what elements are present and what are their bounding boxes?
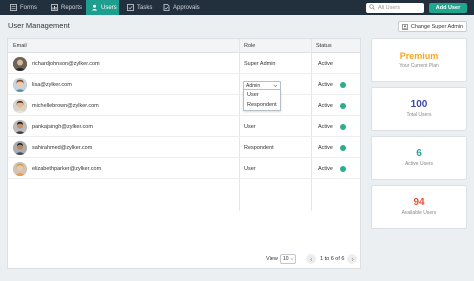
column-role: Role — [244, 43, 256, 49]
user-email: lisa@zylker.com — [32, 82, 72, 88]
user-email: sahirahmed@zylker.com — [32, 145, 93, 151]
plan-card: Premium Your Current Plan — [371, 38, 467, 82]
search-icon — [369, 4, 375, 12]
active-users-label: Active Users — [404, 161, 434, 167]
tab-approvals[interactable]: Approvals — [160, 0, 204, 15]
avatar — [13, 78, 27, 92]
change-admin-label: Change Super Admin — [410, 23, 464, 30]
tab-label: Tasks — [137, 4, 153, 11]
user-role: User — [244, 124, 256, 130]
chevron-down-icon — [290, 257, 294, 263]
forms-icon — [10, 4, 17, 11]
user-role: Respondent — [244, 145, 274, 151]
user-status: Active — [318, 82, 333, 88]
avatar — [13, 120, 27, 134]
user-email: richardjohnson@zylker.com — [32, 61, 100, 67]
user-status: Active — [318, 61, 333, 67]
user-role: Super Admin — [244, 61, 276, 67]
search-box[interactable] — [366, 3, 424, 13]
active-users-count: 6 — [416, 148, 422, 159]
tab-label: Approvals — [173, 4, 200, 11]
user-email: michellebrown@zylker.com — [32, 103, 99, 109]
approvals-icon — [163, 4, 170, 11]
user-status: Active — [318, 103, 333, 109]
available-users-label: Available Users — [401, 210, 437, 216]
reports-icon — [51, 4, 58, 11]
user-email: elizabethparker@zylker.com — [32, 166, 102, 172]
top-nav-bar: Forms Reports Users Tasks Approvals Add … — [0, 0, 474, 15]
tab-users[interactable]: Users — [86, 0, 119, 15]
next-page-button[interactable] — [347, 254, 357, 264]
tab-forms[interactable]: Forms — [6, 0, 44, 15]
avatar — [13, 57, 27, 71]
total-users-label: Total Users — [406, 112, 432, 118]
view-label: View — [266, 256, 278, 262]
user-role: User — [244, 166, 256, 172]
users-table: Email Role Status richardjohnson@zylker.… — [7, 38, 361, 269]
user-status: Active — [318, 145, 333, 151]
active-users-card: 6 Active Users — [371, 136, 467, 180]
avatar — [13, 141, 27, 155]
role-dropdown-value: Admin — [246, 82, 261, 89]
user-status: Active — [318, 124, 333, 130]
table-row[interactable]: sahirahmed@zylker.com Respondent Active — [8, 138, 360, 158]
active-status-dot — [340, 82, 346, 88]
change-super-admin-button[interactable]: Change Super Admin — [398, 21, 467, 32]
table-row[interactable]: richardjohnson@zylker.com Super Admin Ac… — [8, 54, 360, 74]
total-users-count: 100 — [410, 99, 428, 110]
role-option-respondent[interactable]: Respondent — [244, 100, 280, 110]
table-row[interactable]: lisa@zylker.com Admin Active — [8, 75, 360, 95]
avatar — [13, 99, 27, 113]
role-option-user[interactable]: User — [244, 90, 280, 100]
tasks-icon — [127, 4, 134, 11]
column-status: Status — [316, 43, 332, 49]
avatar — [13, 162, 27, 176]
available-users-count: 94 — [413, 197, 425, 208]
page-size-value: 10 — [283, 256, 289, 262]
total-users-card: 100 Total Users — [371, 87, 467, 131]
user-status: Active — [318, 166, 333, 172]
role-dropdown-menu: User Respondent — [243, 89, 281, 111]
table-row[interactable]: pankajsingh@zylker.com User Active — [8, 117, 360, 137]
chevron-right-icon — [351, 257, 354, 261]
column-email: Email — [13, 43, 27, 49]
available-users-card: 94 Available Users — [371, 185, 467, 229]
table-row[interactable]: michellebrown@zylker.com Active — [8, 96, 360, 116]
user-email: pankajsingh@zylker.com — [32, 124, 93, 130]
previous-page-button[interactable] — [306, 254, 316, 264]
tab-label: Users — [101, 4, 117, 11]
active-status-dot — [340, 103, 346, 109]
active-status-dot — [340, 145, 346, 151]
plan-label: Your Current Plan — [399, 63, 439, 69]
page-range: 1 to 6 of 6 — [320, 256, 345, 262]
user-switch-icon — [402, 23, 408, 30]
page-title: User Management — [8, 21, 70, 30]
plan-name: Premium — [399, 51, 439, 61]
tab-reports[interactable]: Reports — [47, 0, 85, 15]
chevron-left-icon — [309, 257, 312, 261]
search-input[interactable] — [378, 5, 422, 11]
tab-label: Reports — [61, 4, 83, 11]
page-size-select[interactable]: 10 — [280, 254, 296, 264]
add-user-button[interactable]: Add User — [429, 3, 467, 13]
users-icon — [91, 4, 98, 11]
table-header: Email Role Status — [8, 39, 360, 53]
table-row[interactable]: elizabethparker@zylker.com User Active — [8, 159, 360, 179]
tab-label: Forms — [20, 4, 37, 11]
tab-tasks[interactable]: Tasks — [124, 0, 158, 15]
active-status-dot — [340, 124, 346, 130]
active-status-dot — [340, 166, 346, 172]
